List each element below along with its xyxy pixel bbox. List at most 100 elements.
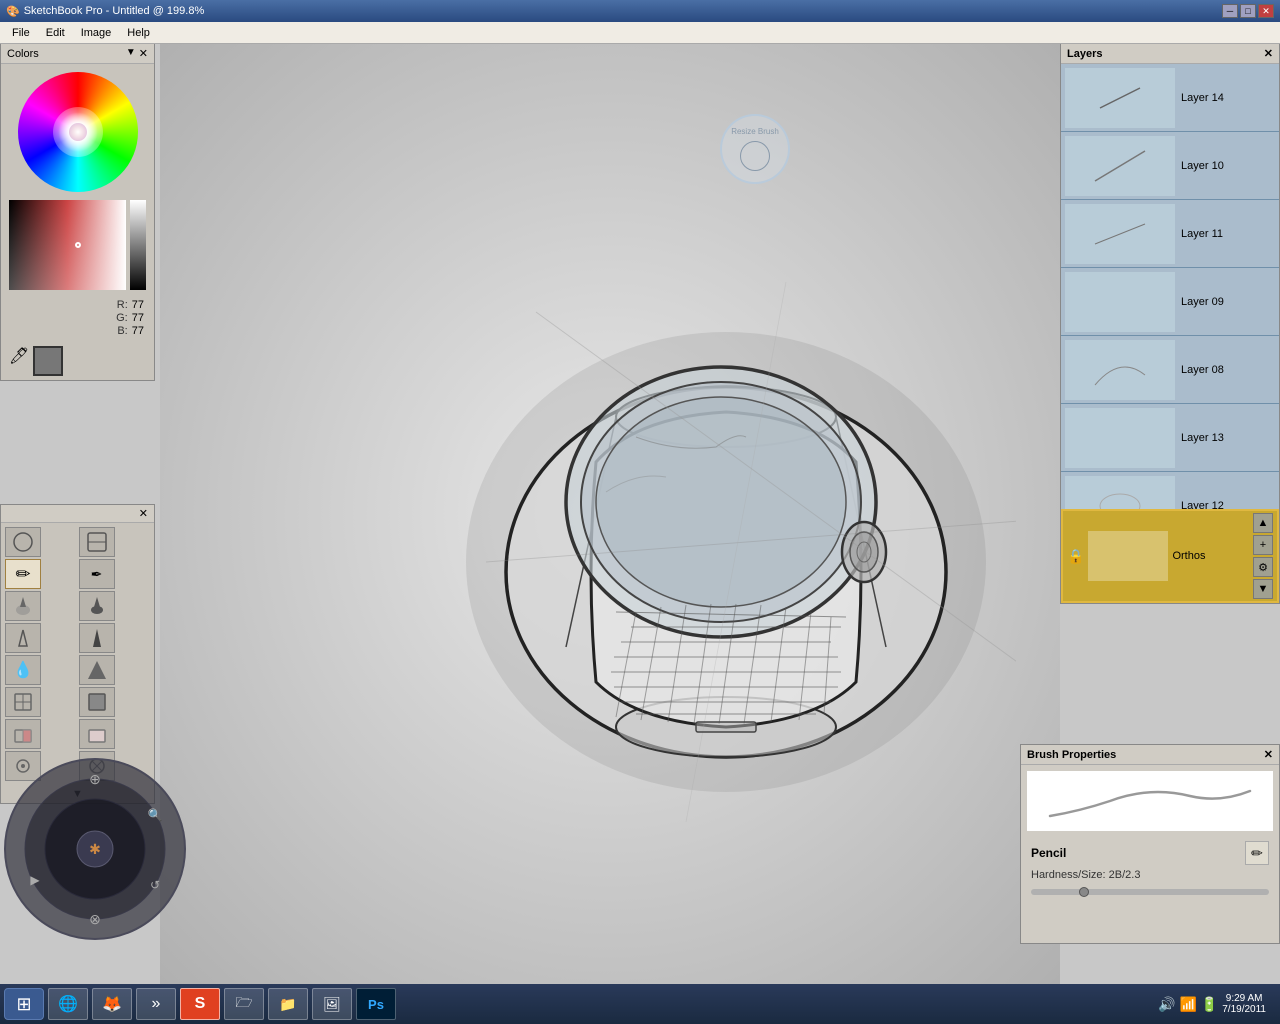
title-bar: 🎨 SketchBook Pro - Untitled @ 199.8% ─ □…: [0, 0, 1280, 22]
menu-edit[interactable]: Edit: [38, 25, 73, 41]
nav-wheel-svg[interactable]: ⊕ 🔍 ↺ ⊗ ▶ ✱: [0, 754, 190, 944]
taskbar-photos[interactable]: 🖼: [312, 988, 352, 1020]
color-gradient-overlay: [9, 200, 126, 290]
layer-name-11: Layer 11: [1179, 226, 1225, 242]
active-layer-bar[interactable]: 🔒 Orthos ▲ + ⚙ ▼: [1061, 509, 1279, 603]
brush-btn-smudge[interactable]: [5, 687, 41, 717]
system-tray: 🔊 📶 🔋 9:29 AM 7/19/2011: [1158, 993, 1276, 1015]
sketch-svg: [436, 262, 1016, 822]
brush-btn-erase-hard[interactable]: [79, 719, 115, 749]
layers-list[interactable]: Layer 14 Layer 10 Layer 11: [1061, 64, 1279, 509]
svg-text:✱: ✱: [89, 841, 101, 857]
brush-pencil-icon: ✏: [1251, 845, 1263, 862]
taskbar-folder2[interactable]: 🗁: [224, 988, 264, 1020]
navigation-wheel[interactable]: ⊕ 🔍 ↺ ⊗ ▶ ✱: [0, 754, 190, 944]
layers-panel: Layers ✕ Layer 14 Layer 10: [1060, 44, 1280, 604]
canvas-area[interactable]: Resize Brush: [160, 44, 1060, 984]
start-button[interactable]: ⊞: [4, 988, 44, 1020]
brush-btn-water[interactable]: 💧: [5, 655, 41, 685]
close-button[interactable]: ✕: [1258, 4, 1274, 18]
layer-thumbnail-09: [1065, 272, 1175, 332]
eyedropper-tool[interactable]: 🖊: [9, 346, 29, 376]
brush-slider-area[interactable]: [1021, 885, 1279, 899]
brush-panel-close[interactable]: ✕: [139, 507, 148, 520]
lock-icon: 🔒: [1067, 548, 1084, 565]
colors-close[interactable]: ✕: [139, 47, 148, 60]
brush-btn-soft[interactable]: [5, 591, 41, 621]
layer-name-12: Layer 12: [1179, 498, 1226, 510]
layer-thumbnail-14: [1065, 68, 1175, 128]
brush-slider[interactable]: [1031, 889, 1269, 895]
layer-settings[interactable]: ⚙: [1253, 557, 1273, 577]
clock-date: 7/19/2011: [1222, 1004, 1266, 1015]
layer-item-12[interactable]: Layer 12: [1061, 472, 1279, 509]
brush-icon-box[interactable]: ✏: [1245, 841, 1269, 865]
layer-item-11[interactable]: Layer 11: [1061, 200, 1279, 268]
layer-item-13[interactable]: Layer 13: [1061, 404, 1279, 472]
brush-btn-erase-soft[interactable]: [5, 719, 41, 749]
active-layer-thumbnail: [1088, 531, 1168, 581]
brush-properties-close[interactable]: ✕: [1264, 748, 1273, 761]
layer-move-up[interactable]: ▲: [1253, 513, 1273, 533]
color-wheel-center: [58, 112, 98, 152]
layers-title: Layers: [1067, 48, 1102, 60]
brush-btn-airbrush[interactable]: [5, 623, 41, 653]
brush-btn-circle[interactable]: [5, 527, 41, 557]
brush-btn-pencil[interactable]: ✏: [5, 559, 41, 589]
b-label: B:: [117, 325, 127, 337]
layer-item-10[interactable]: Layer 10: [1061, 132, 1279, 200]
layer-add[interactable]: +: [1253, 535, 1273, 555]
svg-text:⊗: ⊗: [89, 911, 101, 927]
taskbar-ie[interactable]: 🌐: [48, 988, 88, 1020]
brush-size-circle: [740, 141, 770, 171]
brush-preview: [1027, 771, 1273, 831]
brush-btn-ink[interactable]: [79, 623, 115, 653]
clock: 9:29 AM 7/19/2011: [1222, 993, 1266, 1015]
taskbar-photoshop[interactable]: Ps: [356, 988, 396, 1020]
layer-item-14[interactable]: Layer 14: [1061, 64, 1279, 132]
tray-icons[interactable]: 🔊 📶 🔋: [1158, 996, 1218, 1013]
taskbar-windows[interactable]: 📁: [268, 988, 308, 1020]
menu-help[interactable]: Help: [119, 25, 158, 41]
colors-collapse[interactable]: ▼: [126, 47, 136, 60]
taskbar-more[interactable]: »: [136, 988, 176, 1020]
r-label: R:: [117, 299, 128, 311]
minimize-button[interactable]: ─: [1222, 4, 1238, 18]
layers-close[interactable]: ✕: [1264, 47, 1273, 60]
brush-btn-rough[interactable]: [79, 655, 115, 685]
layer-action-buttons: ▲ + ⚙ ▼: [1253, 513, 1273, 599]
layer-thumbnail-10: [1065, 136, 1175, 196]
layer-item-09[interactable]: Layer 09: [1061, 268, 1279, 336]
layer-item-08[interactable]: Layer 08: [1061, 336, 1279, 404]
brush-btn-hard[interactable]: [79, 591, 115, 621]
color-swatch-primary[interactable]: [33, 346, 63, 376]
maximize-button[interactable]: □: [1240, 4, 1256, 18]
layer-scroll-down[interactable]: ▼: [1253, 579, 1273, 599]
color-wheel-selector: [69, 123, 87, 141]
menu-bar: File Edit Image Help: [0, 22, 1280, 44]
brush-slider-thumb[interactable]: [1079, 887, 1089, 897]
color-wheel-container[interactable]: [1, 64, 154, 200]
brush-btn-marker[interactable]: ✒: [79, 559, 115, 589]
brush-indicator: Resize Brush: [720, 114, 790, 184]
window-controls: ─ □ ✕: [1222, 4, 1274, 18]
r-value: 77: [132, 299, 144, 311]
layer-thumbnail-13: [1065, 408, 1175, 468]
brush-properties-panel: Brush Properties ✕ Pencil ✏ Hardness/Siz…: [1020, 744, 1280, 944]
brush-btn-smear[interactable]: [79, 527, 115, 557]
menu-image[interactable]: Image: [73, 25, 120, 41]
layer-thumbnail-08: [1065, 340, 1175, 400]
b-value: 77: [132, 325, 144, 337]
menu-file[interactable]: File: [4, 25, 38, 41]
color-wheel[interactable]: [18, 72, 138, 192]
svg-text:⊕: ⊕: [89, 771, 101, 787]
taskbar-sbp[interactable]: S: [180, 988, 220, 1020]
taskbar: ⊞ 🌐 🦊 » S 🗁 📁 🖼 Ps 🔊 📶 🔋 9:29 AM 7/19/20…: [0, 984, 1280, 1024]
brush-properties-title: Brush Properties: [1027, 749, 1116, 761]
brush-btn-blur[interactable]: [79, 687, 115, 717]
app-icon: 🎨: [6, 5, 20, 18]
taskbar-browser2[interactable]: 🦊: [92, 988, 132, 1020]
brush-properties-header: Brush Properties ✕: [1021, 745, 1279, 765]
brightness-slider[interactable]: [130, 200, 146, 290]
svg-text:↺: ↺: [150, 878, 160, 892]
